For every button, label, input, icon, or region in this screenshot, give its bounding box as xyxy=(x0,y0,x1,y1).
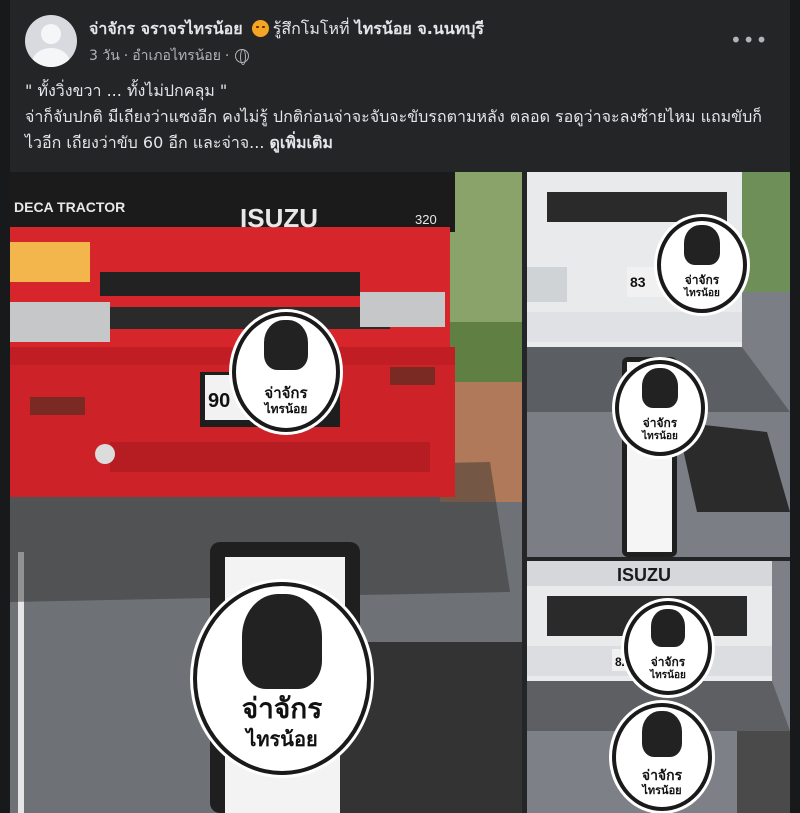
sticker-text-2: ไทรน้อย xyxy=(650,670,686,681)
see-more-link[interactable]: ดูเพิ่มเติม xyxy=(270,133,333,152)
post-meta: 3 วัน · อำเภอไทรน้อย · xyxy=(89,45,250,67)
photo-main[interactable]: ISUZU 320 DECA TRACTOR 90 จ่าจักร ไทรน้อย… xyxy=(10,172,522,813)
photo-top-right[interactable]: 83 จ่าจักร ไทรน้อย จ่าจักร ไทรน้อย xyxy=(527,172,790,557)
photo-bottom-right[interactable]: ISUZU 82 จ่าจักร ไทรน้อย จ่าจักร ไทรน้อย xyxy=(527,561,790,813)
watermark-sticker-large: จ่าจักร ไทรน้อย xyxy=(193,582,371,775)
globe-icon xyxy=(235,49,250,65)
watermark-sticker: จ่าจักร ไทรน้อย xyxy=(615,360,705,456)
watermark-sticker: จ่าจักร ไทรน้อย xyxy=(612,703,712,811)
angry-emoji-icon xyxy=(251,20,269,37)
post-body: จ่าก็จับปกติ มีเถียงว่าแซงอีก คงไม่รู้ ป… xyxy=(25,107,762,152)
sticker-text-1: จ่าจักร xyxy=(264,384,308,402)
watermark-sticker: จ่าจักร ไทรน้อย xyxy=(624,601,712,695)
truck-model-label: 320 xyxy=(415,212,437,227)
watermark-sticker: จ่าจักร ไทรน้อย xyxy=(232,312,340,432)
meta-separator: · xyxy=(123,48,129,64)
license-plate: 90 xyxy=(208,390,230,412)
license-plate: 83 xyxy=(630,274,646,290)
feeling-text: รู้สึกโมโหที่ xyxy=(272,19,350,38)
location-link[interactable]: ไทรน้อย จ.นนทบุรี xyxy=(355,19,484,38)
grille-label: DECA TRACTOR xyxy=(14,199,125,215)
author-name[interactable]: จ่าจักร จราจรไทรน้อย xyxy=(89,19,243,38)
place-link[interactable]: อำเภอไทรน้อย xyxy=(132,45,221,67)
sticker-text-2: ไทรน้อย xyxy=(642,431,678,442)
truck-brand-label: ISUZU xyxy=(240,203,318,233)
avatar[interactable] xyxy=(25,15,77,67)
post-text: " ทั้งวิ่งขวา ... ทั้งไม่ปกคลุม " จ่าก็จ… xyxy=(25,78,775,156)
post-title-line: " ทั้งวิ่งขวา ... ทั้งไม่ปกคลุม " xyxy=(25,81,228,100)
meta-separator-2: · xyxy=(224,48,230,64)
watermark-sticker: จ่าจักร ไทรน้อย xyxy=(657,217,747,313)
post-card: จ่าจักร จราจรไทรน้อย รู้สึกโมโหที่ ไทรน้… xyxy=(10,0,790,813)
sticker-text-1: จ่าจักร xyxy=(241,692,323,725)
sticker-text-2: ไทรน้อย xyxy=(264,402,308,416)
post-time[interactable]: 3 วัน xyxy=(89,45,120,67)
sticker-text-1: จ่าจักร xyxy=(641,768,683,784)
post-header: จ่าจักร จราจรไทรน้อย รู้สึกโมโหที่ ไทรน้… xyxy=(89,17,484,42)
sticker-text-1: จ่าจักร xyxy=(650,655,686,669)
sticker-text-1: จ่าจักร xyxy=(642,416,678,430)
sticker-text-2: ไทรน้อย xyxy=(246,727,318,751)
sticker-text-2: ไทรน้อย xyxy=(642,784,682,797)
sticker-text-1: จ่าจักร xyxy=(684,273,720,287)
truck-brand-label: ISUZU xyxy=(617,565,671,585)
sticker-text-2: ไทรน้อย xyxy=(684,288,720,299)
more-options-button[interactable]: ••• xyxy=(730,28,768,52)
